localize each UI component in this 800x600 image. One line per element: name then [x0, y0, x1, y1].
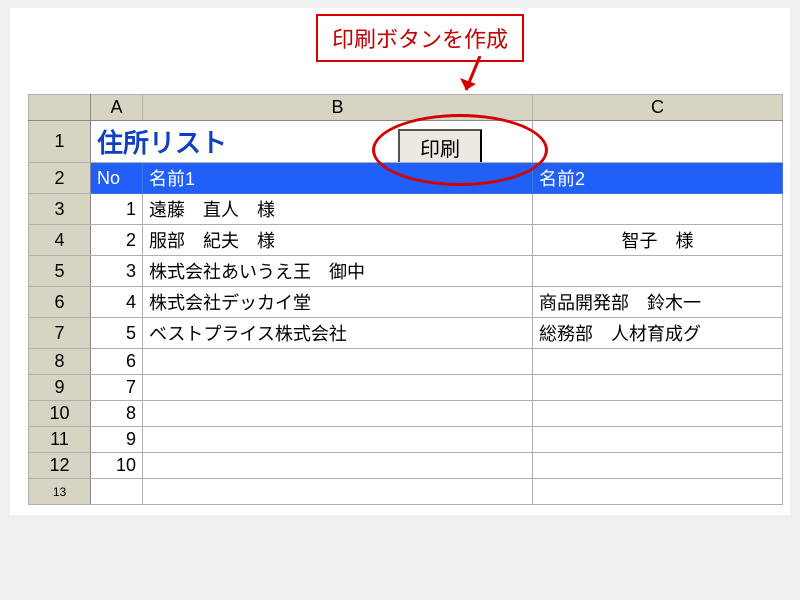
cell[interactable] — [143, 427, 533, 453]
spreadsheet-frame: 印刷ボタンを作成 A B C 1 住所リスト 印刷 2 No 名前1 名前2 3… — [10, 8, 790, 515]
cell[interactable] — [143, 453, 533, 479]
row-header[interactable]: 13 — [29, 479, 91, 505]
cell[interactable]: 総務部 人材育成グ — [533, 318, 783, 349]
table-row: 108 — [29, 401, 783, 427]
cell[interactable]: 7 — [91, 375, 143, 401]
col-header-A[interactable]: A — [91, 95, 143, 121]
select-all-corner[interactable] — [29, 95, 91, 121]
cell[interactable]: 遠藤 直人 様 — [143, 194, 533, 225]
cell[interactable] — [533, 401, 783, 427]
cell[interactable]: 株式会社デッカイ堂 — [143, 287, 533, 318]
row-header[interactable]: 2 — [29, 163, 91, 194]
cell[interactable] — [533, 453, 783, 479]
cell[interactable] — [143, 349, 533, 375]
table-row: 75ベストプライス株式会社総務部 人材育成グ — [29, 318, 783, 349]
row-header[interactable]: 9 — [29, 375, 91, 401]
cell[interactable] — [143, 479, 533, 505]
cell[interactable]: 2 — [91, 225, 143, 256]
annotation-callout: 印刷ボタンを作成 — [316, 14, 524, 62]
cell[interactable] — [533, 349, 783, 375]
cell[interactable]: 1 — [91, 194, 143, 225]
cell[interactable]: ベストプライス株式会社 — [143, 318, 533, 349]
row-header[interactable]: 8 — [29, 349, 91, 375]
cell-B2[interactable]: 名前1 — [143, 163, 533, 194]
cell[interactable] — [533, 479, 783, 505]
row-13-partial: 13 — [29, 479, 783, 505]
cell[interactable] — [533, 427, 783, 453]
cell-A2[interactable]: No — [91, 163, 143, 194]
table-row: 119 — [29, 427, 783, 453]
annotation-callout-wrap: 印刷ボタンを作成 — [10, 8, 790, 64]
row-header[interactable]: 5 — [29, 256, 91, 287]
cell[interactable]: 10 — [91, 453, 143, 479]
table-row: 1210 — [29, 453, 783, 479]
cell[interactable]: 商品開発部 鈴木一 — [533, 287, 783, 318]
cell[interactable]: 服部 紀夫 様 — [143, 225, 533, 256]
cell[interactable]: 9 — [91, 427, 143, 453]
cell-C2[interactable]: 名前2 — [533, 163, 783, 194]
cell[interactable] — [91, 479, 143, 505]
table-row: 53株式会社あいうえ王 御中 — [29, 256, 783, 287]
cell[interactable] — [143, 401, 533, 427]
cell[interactable]: 智子 様 — [533, 225, 783, 256]
cell[interactable]: 8 — [91, 401, 143, 427]
cell-C1[interactable] — [533, 121, 783, 163]
row-header[interactable]: 1 — [29, 121, 91, 163]
row-header[interactable]: 10 — [29, 401, 91, 427]
row-header[interactable]: 3 — [29, 194, 91, 225]
cell[interactable]: 5 — [91, 318, 143, 349]
table-row: 86 — [29, 349, 783, 375]
row-1: 1 住所リスト 印刷 — [29, 121, 783, 163]
cell[interactable]: 3 — [91, 256, 143, 287]
sheet-title: 住所リスト — [97, 128, 227, 158]
cell[interactable] — [533, 375, 783, 401]
col-header-C[interactable]: C — [533, 95, 783, 121]
table-row: 97 — [29, 375, 783, 401]
cell[interactable]: 株式会社あいうえ王 御中 — [143, 256, 533, 287]
row-header[interactable]: 6 — [29, 287, 91, 318]
row-header[interactable]: 12 — [29, 453, 91, 479]
cell[interactable] — [533, 256, 783, 287]
row-header[interactable]: 4 — [29, 225, 91, 256]
col-header-B[interactable]: B — [143, 95, 533, 121]
cell[interactable]: 6 — [91, 349, 143, 375]
table-row: 31遠藤 直人 様 — [29, 194, 783, 225]
row-header[interactable]: 11 — [29, 427, 91, 453]
table-row: 64株式会社デッカイ堂商品開発部 鈴木一 — [29, 287, 783, 318]
cell[interactable] — [143, 375, 533, 401]
spreadsheet-grid[interactable]: A B C 1 住所リスト 印刷 2 No 名前1 名前2 31遠藤 直人 様 … — [28, 94, 783, 505]
print-button[interactable]: 印刷 — [398, 129, 482, 163]
row-header[interactable]: 7 — [29, 318, 91, 349]
row-2-header: 2 No 名前1 名前2 — [29, 163, 783, 194]
cell[interactable]: 4 — [91, 287, 143, 318]
cell[interactable] — [533, 194, 783, 225]
cell-A1-title[interactable]: 住所リスト 印刷 — [91, 121, 533, 163]
table-row: 42服部 紀夫 様智子 様 — [29, 225, 783, 256]
